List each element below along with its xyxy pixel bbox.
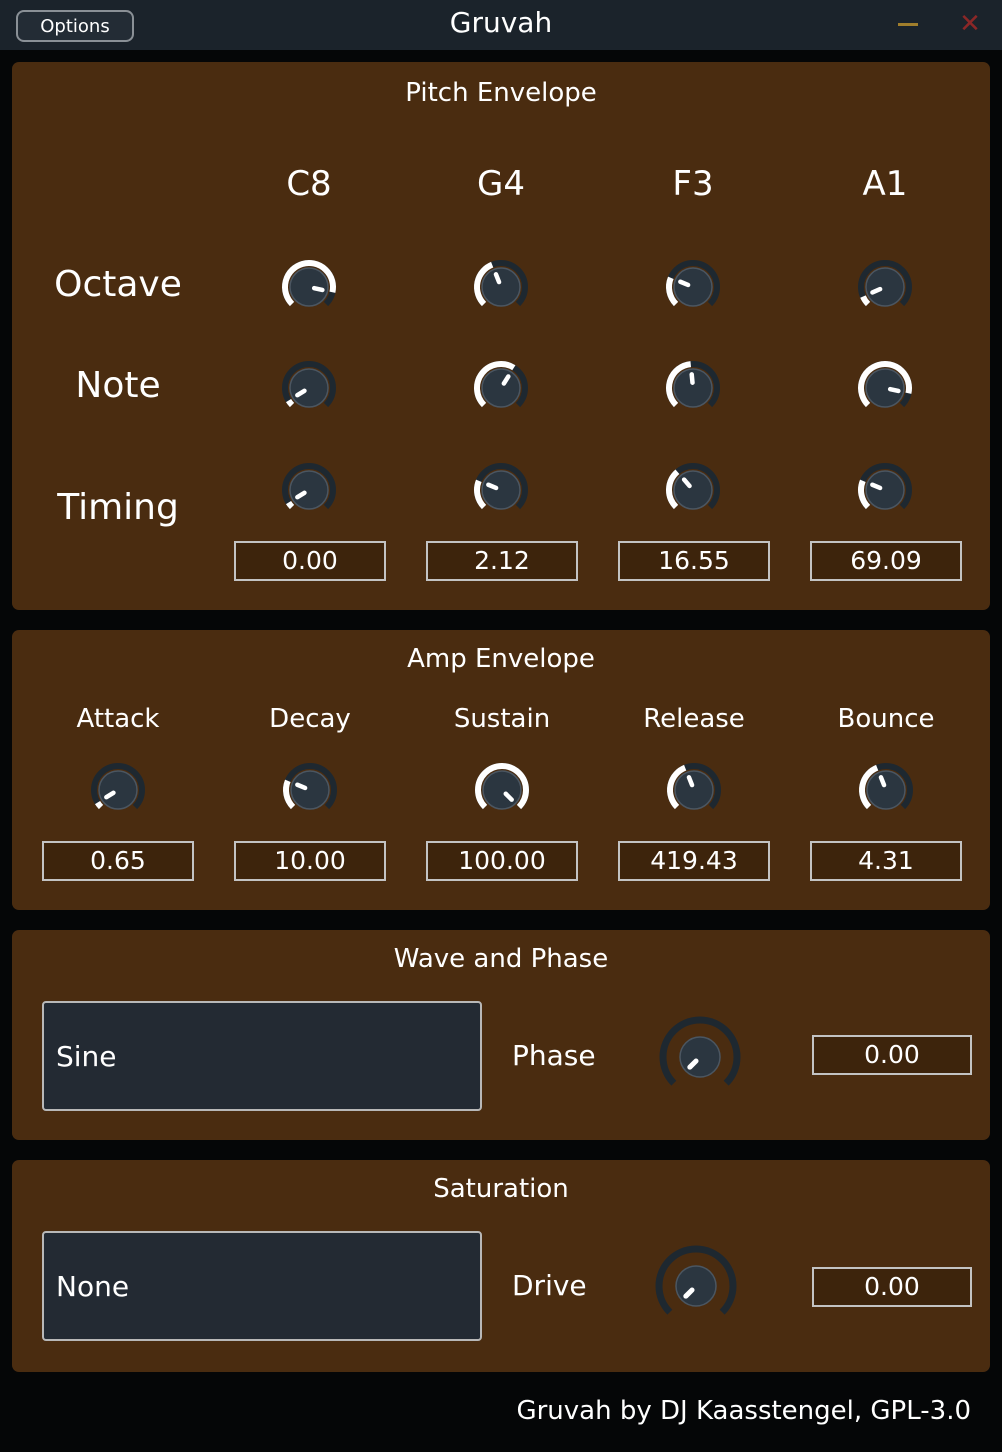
knob-graphic [282, 260, 336, 307]
timing-knob-g4[interactable] [469, 458, 533, 522]
knob-graphic [475, 763, 529, 810]
release-value[interactable]: 419.43 [618, 841, 770, 881]
knob-graphic [659, 1016, 741, 1086]
wave-phase-panel: Wave and Phase Sine Phase 0.00 [12, 930, 990, 1140]
sustain-knob[interactable] [470, 758, 534, 822]
timing-value-g4[interactable]: 2.12 [426, 541, 578, 581]
note-knob-c8[interactable] [277, 356, 341, 420]
knob-graphic [858, 463, 912, 510]
bounce-value[interactable]: 4.31 [810, 841, 962, 881]
knob-graphic [474, 361, 528, 408]
octave-knob-g4[interactable] [469, 255, 533, 319]
knob-graphic [859, 763, 913, 810]
timing-value-c8[interactable]: 0.00 [234, 541, 386, 581]
column-header-a1: A1 [862, 164, 908, 204]
row-label-octave: Octave [54, 264, 182, 305]
attack-knob[interactable] [86, 758, 150, 822]
close-icon[interactable]: ✕ [958, 11, 982, 37]
drive-value[interactable]: 0.00 [812, 1267, 972, 1307]
sustain-value[interactable]: 100.00 [426, 841, 578, 881]
knob-graphic [666, 463, 720, 510]
title-bar: Options Gruvah ✕ [0, 0, 1002, 50]
note-knob-f3[interactable] [661, 356, 725, 420]
knob-graphic [655, 1245, 737, 1315]
saturation-select[interactable]: None [42, 1231, 482, 1341]
amp-envelope-panel: Amp Envelope Attack Decay Sustain Releas… [12, 630, 990, 910]
knob-graphic [282, 361, 336, 408]
row-label-note: Note [75, 365, 161, 406]
column-header-f3: F3 [672, 164, 714, 204]
bounce-knob[interactable] [854, 758, 918, 822]
drive-label: Drive [512, 1269, 587, 1302]
window-title: Gruvah [449, 6, 553, 39]
panel-title: Amp Envelope [407, 644, 595, 674]
attack-label: Attack [76, 704, 160, 734]
minimize-icon[interactable] [898, 23, 918, 26]
wave-select[interactable]: Sine [42, 1001, 482, 1111]
panel-title: Wave and Phase [393, 944, 609, 974]
octave-knob-f3[interactable] [661, 255, 725, 319]
decay-label: Decay [269, 704, 351, 734]
knob-graphic [282, 463, 336, 510]
knob-graphic [666, 260, 720, 307]
footer-credit: Gruvah by DJ Kaasstengel, GPL-3.0 [516, 1396, 971, 1426]
knob-graphic [283, 763, 337, 810]
knob-graphic [858, 361, 912, 408]
saturation-panel: Saturation None Drive 0.00 [12, 1160, 990, 1372]
release-label: Release [643, 704, 745, 734]
timing-value-a1[interactable]: 69.09 [810, 541, 962, 581]
knob-graphic [858, 260, 912, 307]
octave-knob-c8[interactable] [277, 255, 341, 319]
knob-graphic [474, 260, 528, 307]
decay-value[interactable]: 10.00 [234, 841, 386, 881]
phase-knob[interactable] [655, 1012, 745, 1102]
wave-select-value: Sine [56, 1039, 117, 1073]
row-label-timing: Timing [57, 487, 179, 528]
panel-title: Pitch Envelope [405, 78, 597, 108]
timing-knob-a1[interactable] [853, 458, 917, 522]
pitch-envelope-panel: Pitch Envelope C8 G4 F3 A1 Octave Note T… [12, 62, 990, 610]
phase-label: Phase [512, 1039, 596, 1072]
octave-knob-a1[interactable] [853, 255, 917, 319]
release-knob[interactable] [662, 758, 726, 822]
attack-value[interactable]: 0.65 [42, 841, 194, 881]
column-header-c8: C8 [286, 164, 332, 204]
timing-knob-f3[interactable] [661, 458, 725, 522]
decay-knob[interactable] [278, 758, 342, 822]
knob-graphic [474, 463, 528, 510]
timing-knob-c8[interactable] [277, 458, 341, 522]
knob-graphic [91, 763, 145, 810]
column-header-g4: G4 [477, 164, 525, 204]
knob-graphic [666, 361, 720, 408]
note-knob-a1[interactable] [853, 356, 917, 420]
panel-title: Saturation [433, 1174, 569, 1204]
phase-value[interactable]: 0.00 [812, 1035, 972, 1075]
bounce-label: Bounce [837, 704, 935, 734]
knob-graphic [667, 763, 721, 810]
note-knob-g4[interactable] [469, 356, 533, 420]
sustain-label: Sustain [453, 704, 551, 734]
saturation-select-value: None [56, 1269, 130, 1303]
drive-knob[interactable] [651, 1241, 741, 1331]
timing-value-f3[interactable]: 16.55 [618, 541, 770, 581]
